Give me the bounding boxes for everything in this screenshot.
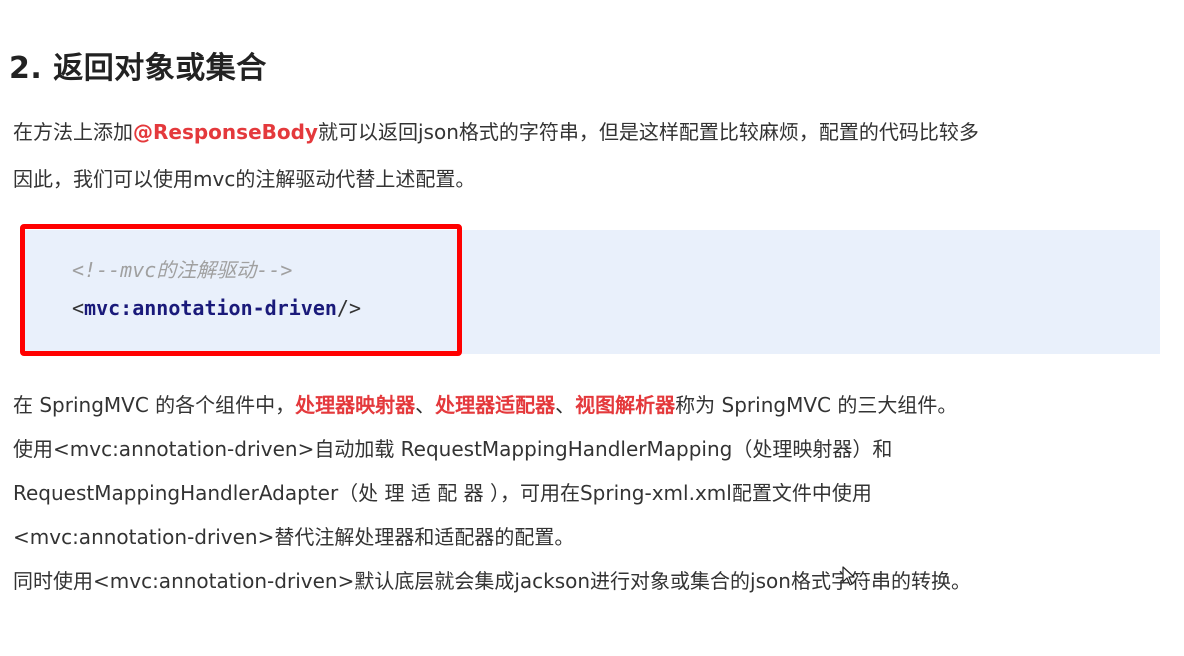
intro-line-2: 因此，我们可以使用mvc的注解驱动代替上述配置。 — [13, 167, 476, 191]
view-resolver-highlight: 视图解析器 — [575, 393, 676, 417]
body-text-after: 称为 SpringMVC 的三大组件。 — [675, 393, 958, 417]
tag-name: mvc:annotation-driven — [84, 296, 337, 320]
intro-text-after: 就可以返回json格式的字符串，但是这样配置比较麻烦，配置的代码比较多 — [317, 120, 979, 144]
code-tag-line: <mvc:annotation-driven/> — [72, 296, 361, 320]
separator-1: 、 — [415, 393, 436, 417]
tag-open-bracket: < — [72, 296, 85, 320]
separator-2: 、 — [555, 393, 576, 417]
highlight-frame — [20, 224, 462, 356]
response-body-annotation: @ResponseBody — [133, 120, 318, 144]
tag-close-bracket: /> — [336, 296, 362, 320]
body-line-1: 在 SpringMVC 的各个组件中，处理器映射器、处理器适配器、视图解析器称为… — [13, 393, 957, 417]
body-line-4: <mvc:annotation-driven>替代注解处理器和适配器的配置。 — [13, 525, 575, 549]
handler-mapping-highlight: 处理器映射器 — [295, 393, 416, 417]
intro-text-before: 在方法上添加 — [13, 120, 133, 144]
mouse-pointer-icon — [842, 566, 855, 586]
intro-line-1: 在方法上添加@ResponseBody就可以返回json格式的字符串，但是这样配… — [13, 120, 979, 144]
document-page: 2. 返回对象或集合 在方法上添加@ResponseBody就可以返回json格… — [0, 0, 1184, 656]
handler-adapter-highlight: 处理器适配器 — [435, 393, 556, 417]
body-line-3: RequestMappingHandlerAdapter（处 理 适 配 器 ）… — [13, 481, 872, 505]
body-text-before: 在 SpringMVC 的各个组件中， — [13, 393, 296, 417]
code-comment: <!--mvc的注解驱动--> — [72, 258, 293, 282]
body-line-2: 使用<mvc:annotation-driven>自动加载 RequestMap… — [13, 437, 893, 461]
section-heading: 2. 返回对象或集合 — [9, 51, 267, 86]
body-line-5: 同时使用<mvc:annotation-driven>默认底层就会集成jacks… — [13, 569, 971, 593]
